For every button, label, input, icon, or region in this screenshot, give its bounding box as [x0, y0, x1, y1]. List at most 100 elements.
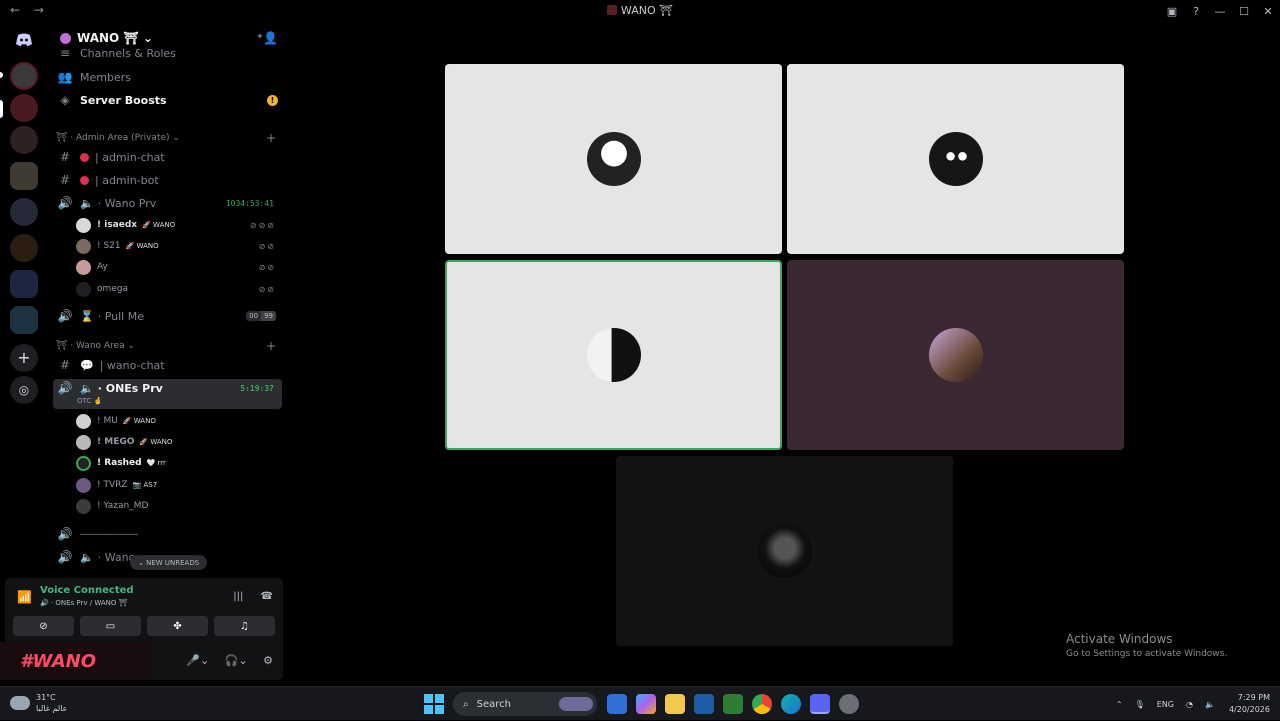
language-indicator[interactable]: ENG: [1157, 700, 1174, 709]
category-wano-area[interactable]: ⛩ · Wano Area ⌄ +: [56, 338, 282, 354]
discord-home-icon[interactable]: [10, 26, 38, 54]
file-explorer-icon[interactable]: [665, 694, 685, 714]
taskbar-search[interactable]: ⌕ Search: [453, 692, 597, 716]
user-controls: 🎤⌄ 🎧⌄ ⚙: [174, 654, 273, 667]
server-folder-icon[interactable]: [10, 306, 38, 334]
hash-icon: #: [59, 173, 71, 187]
voice-user[interactable]: ! S21 🚀 WANO ⊘⊘: [76, 236, 280, 256]
clock[interactable]: 7:29 PM 4/20/2026: [1229, 692, 1270, 716]
channels-roles-item[interactable]: ≡ Channels & Roles: [56, 46, 282, 60]
minimize-button[interactable]: —: [1208, 5, 1232, 18]
server-folder-icon[interactable]: [10, 162, 38, 190]
defender-icon[interactable]: [607, 694, 627, 714]
participant-tile[interactable]: [616, 456, 953, 646]
wano-server-icon[interactable]: [10, 94, 38, 122]
volume-icon[interactable]: 🔈: [1205, 700, 1215, 709]
voice-user[interactable]: omega ⊘⊘: [76, 279, 280, 299]
activate-windows-watermark: Activate Windows Go to Settings to activ…: [1066, 632, 1228, 659]
participant-tile[interactable]: [445, 64, 782, 254]
system-tray: ⌃ 🎙 ENG ◔ 🔈 7:29 PM 4/20/2026: [1104, 687, 1270, 721]
window-title-text: WANO ⛩: [620, 4, 674, 17]
chevron-up-icon[interactable]: ⌃: [1116, 700, 1123, 709]
edge-icon[interactable]: [781, 694, 801, 714]
channel-wano-chat[interactable]: # 💬 | wano-chat: [56, 355, 282, 375]
noise-suppression-icon[interactable]: |||: [233, 591, 243, 602]
voice-user[interactable]: ! MEGO 🚀 WANO: [76, 432, 280, 452]
add-channel-icon[interactable]: +: [266, 131, 276, 145]
hash-icon: #: [59, 358, 71, 372]
new-unreads-button[interactable]: ⌄ NEW UNREADS: [130, 555, 208, 570]
add-server-icon[interactable]: +: [10, 344, 38, 372]
signal-icon[interactable]: 📶: [17, 590, 32, 604]
participant-tile[interactable]: [787, 64, 1124, 254]
chrome-icon[interactable]: [752, 694, 772, 714]
avatar: [76, 281, 91, 297]
disconnect-icon[interactable]: ☎: [261, 591, 273, 602]
app-icon[interactable]: [839, 694, 859, 714]
maximize-button[interactable]: ☐: [1232, 5, 1256, 18]
muted-deafened-icon: ⊘⊘⊘: [249, 220, 276, 230]
invite-icon[interactable]: ⁺👤: [257, 31, 278, 45]
voice-location[interactable]: 🔊 · ONEs Prv / WANO ⛩: [40, 599, 128, 607]
channel-admin-chat[interactable]: # | admin-chat: [56, 147, 282, 167]
activities-button[interactable]: ✤: [147, 616, 208, 636]
participant-avatar: [586, 132, 641, 186]
voice-panel: 📶 Voice Connected 🔊 · ONEs Prv / WANO ⛩ …: [0, 578, 283, 680]
headphones-icon[interactable]: 🎧⌄: [225, 654, 248, 667]
xbox-icon[interactable]: [723, 694, 743, 714]
voice-channel-wano-prv[interactable]: 🔊 🔈 · Wano Prv 1034:53:41: [56, 193, 282, 213]
server-icon[interactable]: [10, 126, 38, 154]
avatar-speaking: [76, 455, 91, 471]
camera-off-button[interactable]: ⊘: [13, 616, 74, 636]
voice-status[interactable]: Voice Connected: [40, 585, 134, 596]
app-icon[interactable]: [694, 694, 714, 714]
microphone-icon[interactable]: 🎤⌄: [186, 654, 209, 667]
copilot-icon[interactable]: [636, 694, 656, 714]
voice-tools: ||| ☎: [219, 591, 273, 602]
server-icon[interactable]: [10, 62, 38, 90]
participant-tile-speaking[interactable]: [445, 260, 782, 450]
voice-channel-pull-me[interactable]: 🔊 ⌛ · Pull Me 00 99: [56, 306, 282, 326]
participant-avatar: [757, 524, 812, 578]
avatar: [76, 477, 91, 493]
server-icon: [606, 5, 617, 15]
server-icon[interactable]: [10, 234, 38, 262]
settings-gear-icon[interactable]: ⚙: [263, 654, 273, 667]
server-folder-icon[interactable]: [10, 270, 38, 298]
soundboard-button[interactable]: ♫: [214, 616, 275, 636]
discover-icon[interactable]: ◎: [10, 376, 38, 404]
voice-user[interactable]: ! TVRZ 📷 AS7: [76, 475, 280, 495]
voice-user[interactable]: Ay ⊘⊘: [76, 257, 280, 277]
mic-tray-icon[interactable]: 🎙: [1135, 700, 1145, 709]
voice-user[interactable]: ! isaedx 🚀 WANO ⊘⊘⊘: [76, 215, 280, 235]
voice-channel-divider[interactable]: 🔊 ────────────: [56, 524, 282, 544]
screen-share-button[interactable]: ▭: [80, 616, 141, 636]
participant-avatar: [928, 132, 983, 186]
discord-icon[interactable]: [810, 694, 830, 714]
members-item[interactable]: 👥 Members: [56, 67, 282, 87]
close-button[interactable]: ✕: [1256, 5, 1280, 18]
voice-icon: 🔊: [57, 527, 73, 541]
category-admin-area[interactable]: ⛩ · Admin Area (Private) ⌄ +: [56, 130, 282, 146]
participant-tile[interactable]: [787, 260, 1124, 450]
channel-status: OTC 🤞: [77, 397, 103, 405]
voice-icon: 🔊: [57, 550, 73, 564]
boost-icon: ◈: [60, 93, 70, 107]
server-boosts-item[interactable]: ◈ Server Boosts !: [56, 90, 282, 110]
search-highlight-icon: [559, 697, 593, 711]
voice-user[interactable]: ! Rashed 🤍 rrr: [76, 453, 280, 473]
windows-start-icon[interactable]: [424, 694, 444, 714]
wifi-icon[interactable]: ◔: [1186, 700, 1193, 709]
weather-widget[interactable]: 31°C عالم غالبا: [10, 692, 67, 714]
channel-admin-bot[interactable]: # | admin-bot: [56, 170, 282, 190]
inbox-icon[interactable]: ▣: [1160, 5, 1184, 18]
voice-channel-ones-prv[interactable]: 🔊 🔈 · ONEs Prv 5:19:37: [56, 378, 282, 398]
user-profile-banner[interactable]: #WANO: [0, 642, 150, 680]
voice-user[interactable]: ! Yazan_MD: [76, 496, 280, 516]
voice-user[interactable]: ! MU 🚀 WANO: [76, 411, 280, 431]
add-channel-icon[interactable]: +: [266, 339, 276, 353]
avatar: [76, 217, 91, 233]
server-icon[interactable]: [10, 198, 38, 226]
unread-pill: [0, 72, 3, 78]
help-icon[interactable]: ?: [1184, 5, 1208, 18]
